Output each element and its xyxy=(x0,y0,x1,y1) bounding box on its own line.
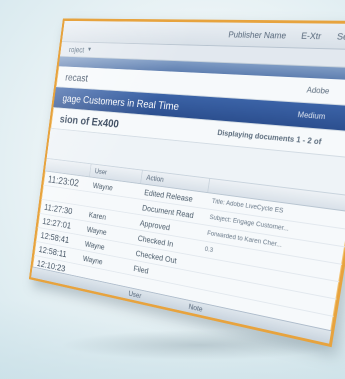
chevron-down-icon[interactable]: ▼ xyxy=(87,47,93,53)
project-meta: Adobe xyxy=(306,85,331,96)
project-title: sion of Ex400 xyxy=(59,112,120,131)
toolbar-item-publisher[interactable]: Publisher Name xyxy=(228,29,287,39)
project-meta: Medium xyxy=(297,110,327,122)
perspective-stage: Publisher Name E-Xtr Serie roject ▼ reca… xyxy=(0,0,345,379)
footer-item-note[interactable]: Note xyxy=(188,303,203,314)
footer-item-user[interactable]: User xyxy=(128,290,142,300)
cell-time xyxy=(42,192,87,199)
cell-user xyxy=(87,199,138,207)
project-title: recast xyxy=(64,71,89,84)
app-window-panel: Publisher Name E-Xtr Serie roject ▼ reca… xyxy=(28,18,345,348)
project-header-label: roject xyxy=(68,45,85,54)
paging-status: Displaying documents 1 - 2 of xyxy=(216,128,322,147)
toolbar-item-extra[interactable]: E-Xtr xyxy=(301,31,322,41)
toolbar-item-series[interactable]: Serie xyxy=(336,31,345,41)
